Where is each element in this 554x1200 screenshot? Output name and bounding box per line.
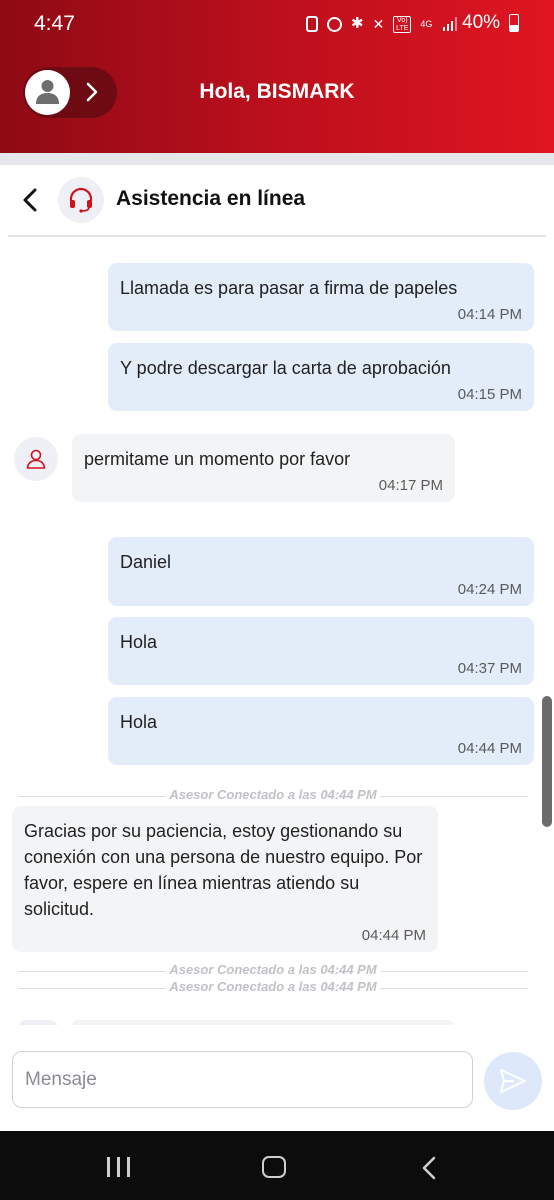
status-bar: 4:47 ✱ ✕ Vo) LTE 4G 40% <box>0 0 554 48</box>
system-message: Asesor Conectado a las 04:44 PM <box>18 787 528 805</box>
signal-icon <box>443 17 459 31</box>
message-bubble-outgoing: Llamada es para pasar a firma de papeles… <box>108 263 534 331</box>
send-icon <box>500 1069 526 1093</box>
chevron-left-icon[interactable] <box>18 185 42 215</box>
message-text: Hola <box>120 712 158 732</box>
message-bubble-outgoing: Y podre descargar la carta de aprobación… <box>108 343 534 411</box>
user-outline-icon <box>26 449 46 469</box>
system-message: Asesor Conectado a las 04:44 PM <box>18 979 528 997</box>
chat-scrollbar[interactable] <box>542 696 552 827</box>
message-time: 04:15 PM <box>457 386 522 403</box>
message-text: Daniel <box>120 552 172 572</box>
message-input[interactable] <box>12 1051 473 1108</box>
system-text: Asesor Conectado a las 04:44 PM <box>165 962 381 977</box>
agent-avatar <box>14 437 58 481</box>
system-message: Asesor Conectado a las 04:44 PM <box>18 962 528 980</box>
mute-icon: ✕ <box>372 16 385 32</box>
battery-percent: 40% <box>462 12 501 33</box>
app-header: 4:47 ✱ ✕ Vo) LTE 4G 40% Hola, BISMARK <box>0 0 554 153</box>
system-text: Asesor Conectado a las 04:44 PM <box>165 979 381 994</box>
system-text: Asesor Conectado a las 04:44 PM <box>165 787 381 802</box>
bluetooth-icon: ✱ <box>351 15 364 32</box>
greeting-text: Hola, BISMARK <box>199 80 355 103</box>
message-text: Llamada es para pasar a firma de papeles <box>120 278 458 298</box>
recents-icon[interactable] <box>107 1157 131 1177</box>
message-bubble-outgoing: Daniel 04:24 PM <box>108 537 534 606</box>
battery-icon <box>509 14 519 32</box>
volte-icon: Vo) LTE <box>393 15 412 33</box>
message-time: 04:24 PM <box>457 581 522 598</box>
message-text: permitame un momento por favor <box>84 449 351 469</box>
header-separator <box>0 153 554 165</box>
sim-icon <box>306 16 318 32</box>
status-icons: ✱ ✕ Vo) LTE 4G <box>306 14 459 34</box>
message-time: 04:37 PM <box>457 660 522 677</box>
message-time: 04:44 PM <box>457 740 522 757</box>
chat-title: Asistencia en línea <box>116 187 306 210</box>
send-button[interactable] <box>484 1052 542 1110</box>
message-time: 04:17 PM <box>378 477 443 494</box>
back-icon[interactable] <box>420 1155 440 1181</box>
message-bubble-incoming: Gracias por su paciencia, estoy gestiona… <box>12 806 438 952</box>
message-time: 04:44 PM <box>361 927 426 944</box>
message-time: 04:14 PM <box>457 306 522 323</box>
message-bubble-outgoing: Hola 04:37 PM <box>108 617 534 685</box>
chat-agent-badge <box>58 177 104 223</box>
message-bubble-incoming: permitame un momento por favor 04:17 PM <box>72 434 455 502</box>
message-bubble-outgoing: Hola 04:44 PM <box>108 697 534 765</box>
alarm-icon <box>327 16 342 32</box>
message-text: Hola <box>120 632 158 652</box>
message-text: Y podre descargar la carta de aprobación <box>120 358 451 378</box>
status-time: 4:47 <box>34 12 75 35</box>
greeting-title: Hola, BISMARK <box>0 80 554 104</box>
home-icon[interactable] <box>262 1156 286 1178</box>
message-text: Gracias por su paciencia, estoy gestiona… <box>24 821 423 919</box>
divider <box>8 235 546 237</box>
headset-icon <box>69 187 93 213</box>
network-4g-icon: 4G <box>420 18 433 29</box>
